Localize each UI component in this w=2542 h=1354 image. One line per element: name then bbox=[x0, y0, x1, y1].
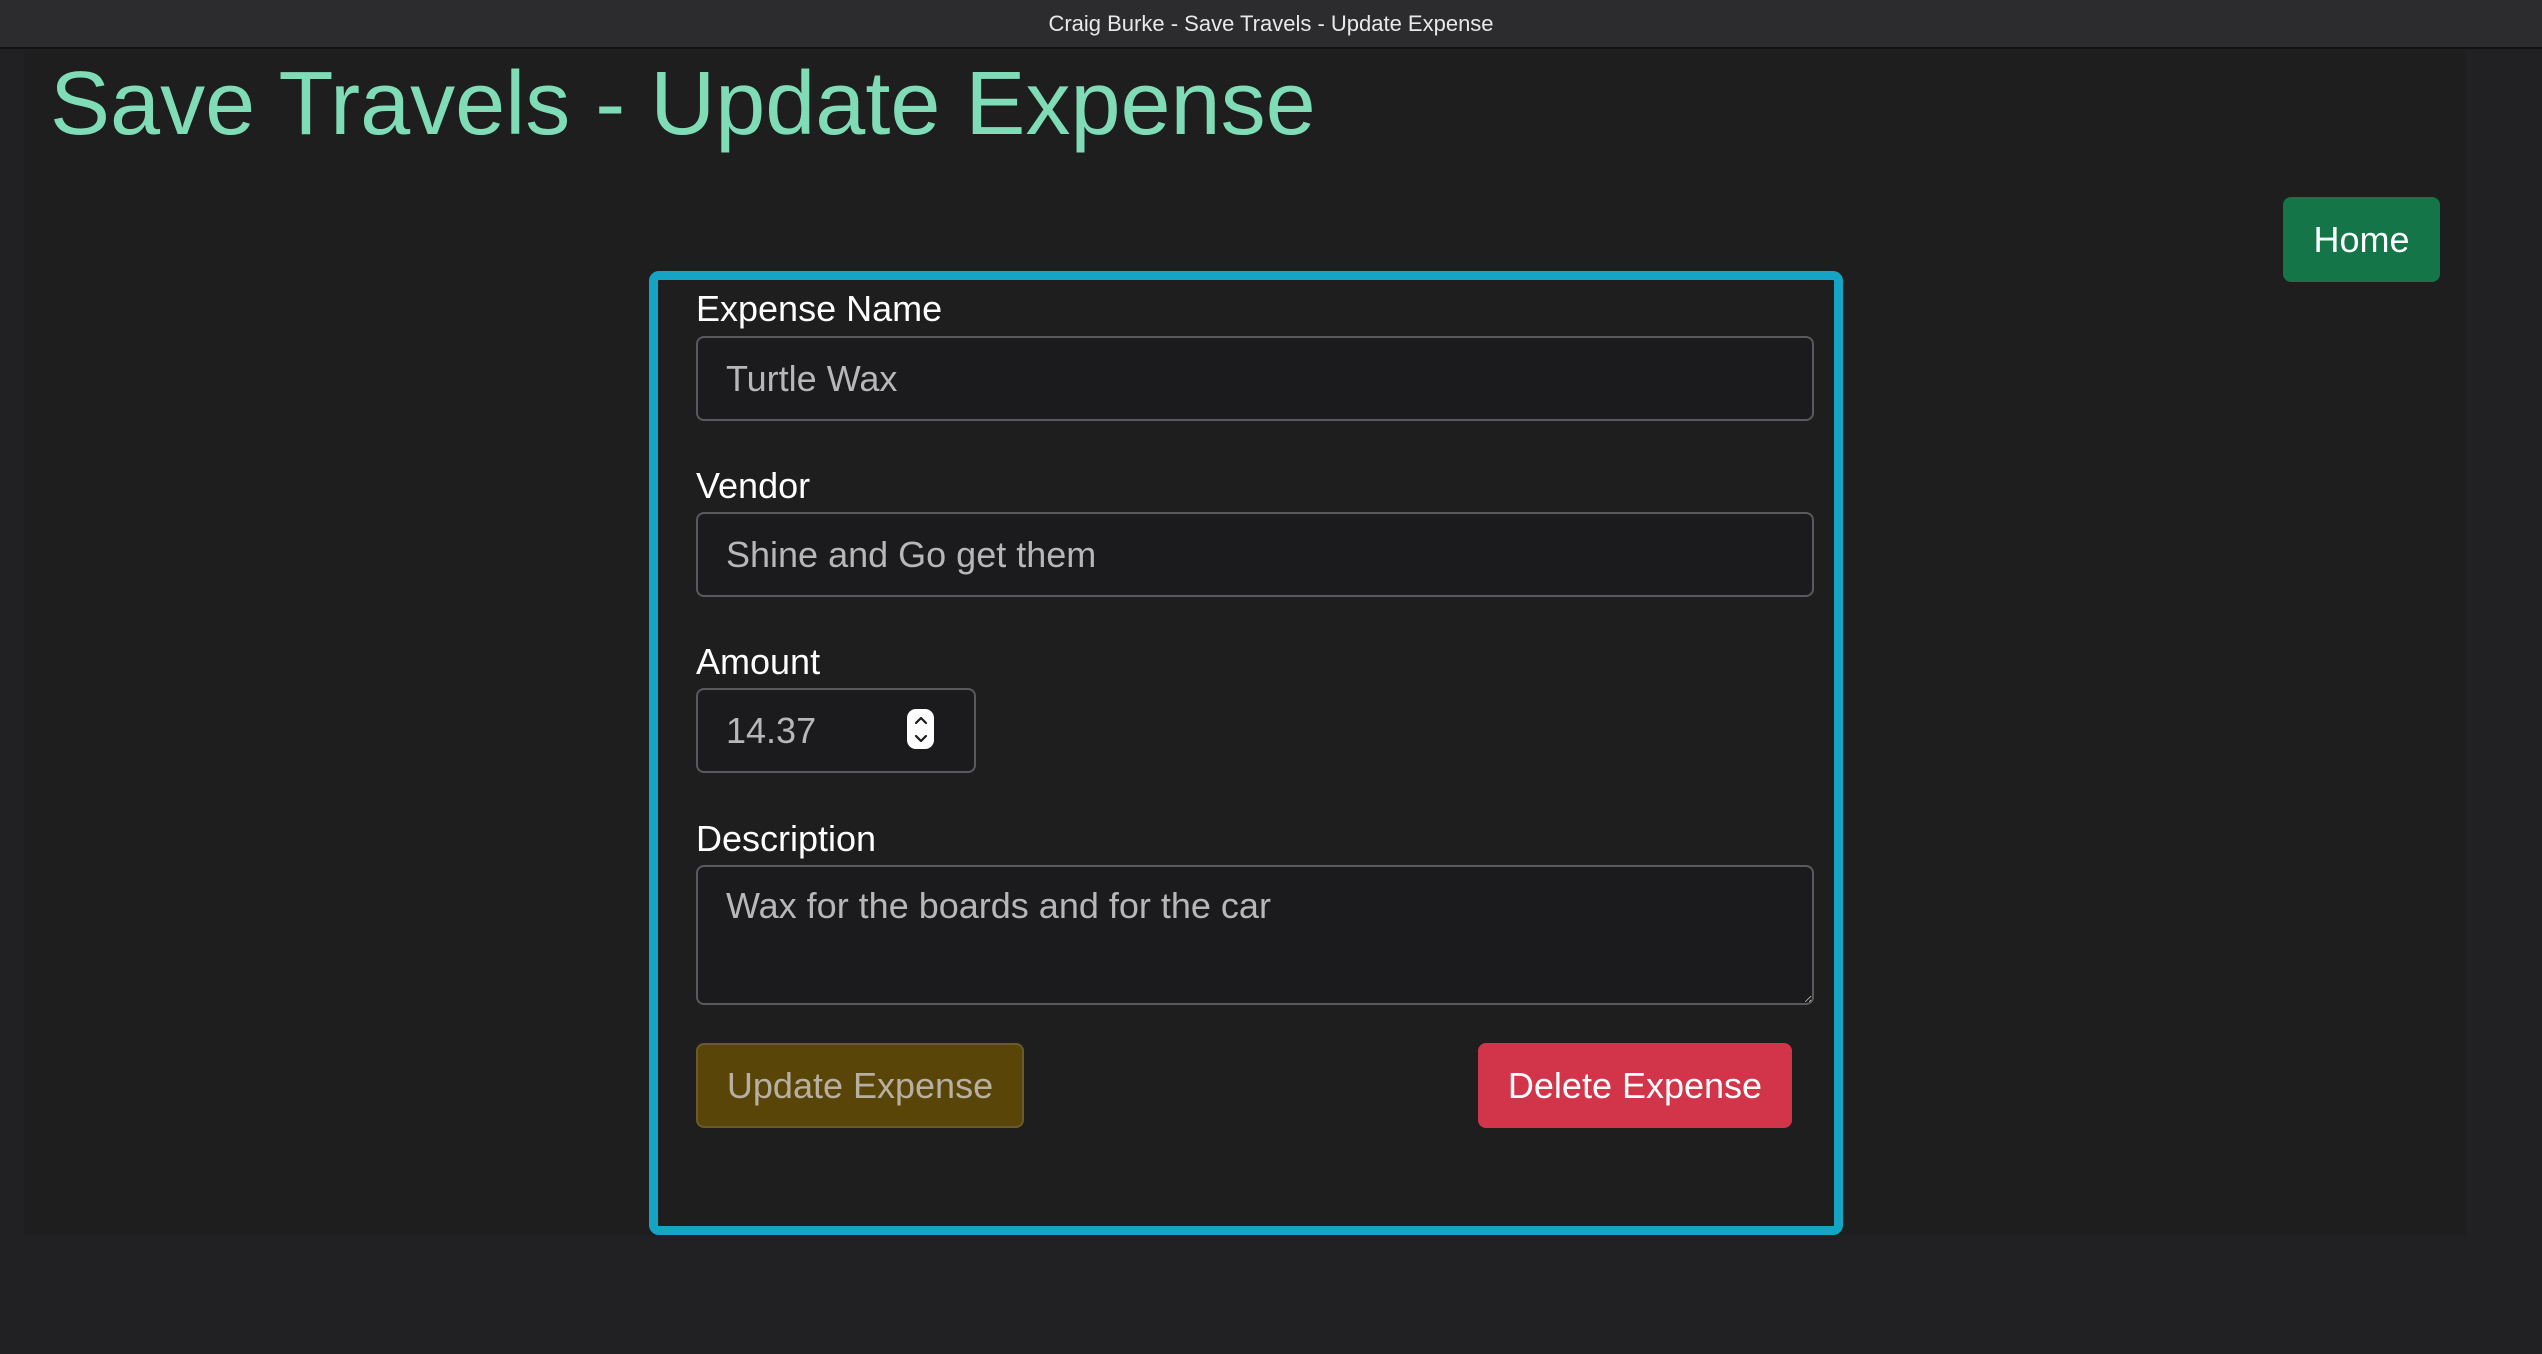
stepper-arrows-icon[interactable] bbox=[907, 709, 934, 749]
update-expense-form: Expense Name Vendor Amount Description W… bbox=[649, 271, 1843, 1235]
description-textarea[interactable]: Wax for the boards and for the car bbox=[696, 865, 1814, 1005]
page-container: Save Travels - Update Expense Home Expen… bbox=[24, 51, 2466, 1235]
vendor-input[interactable] bbox=[696, 512, 1814, 597]
window-title: Craig Burke - Save Travels - Update Expe… bbox=[1048, 10, 1494, 36]
home-button[interactable]: Home bbox=[2283, 197, 2440, 282]
expense-name-input[interactable] bbox=[696, 336, 1814, 421]
page-title: Save Travels - Update Expense bbox=[50, 54, 1316, 154]
chevron-down-icon[interactable] bbox=[914, 734, 928, 743]
expense-name-label: Expense Name bbox=[696, 288, 943, 329]
vendor-label: Vendor bbox=[696, 465, 811, 506]
amount-field[interactable] bbox=[696, 688, 976, 773]
delete-expense-button[interactable]: Delete Expense bbox=[1478, 1043, 1792, 1128]
chevron-up-icon[interactable] bbox=[914, 716, 928, 725]
update-expense-button[interactable]: Update Expense bbox=[696, 1043, 1024, 1128]
window-title-bar: Craig Burke - Save Travels - Update Expe… bbox=[0, 0, 2542, 49]
amount-input[interactable] bbox=[698, 690, 898, 771]
description-label: Description bbox=[696, 818, 877, 859]
amount-label: Amount bbox=[696, 641, 821, 682]
